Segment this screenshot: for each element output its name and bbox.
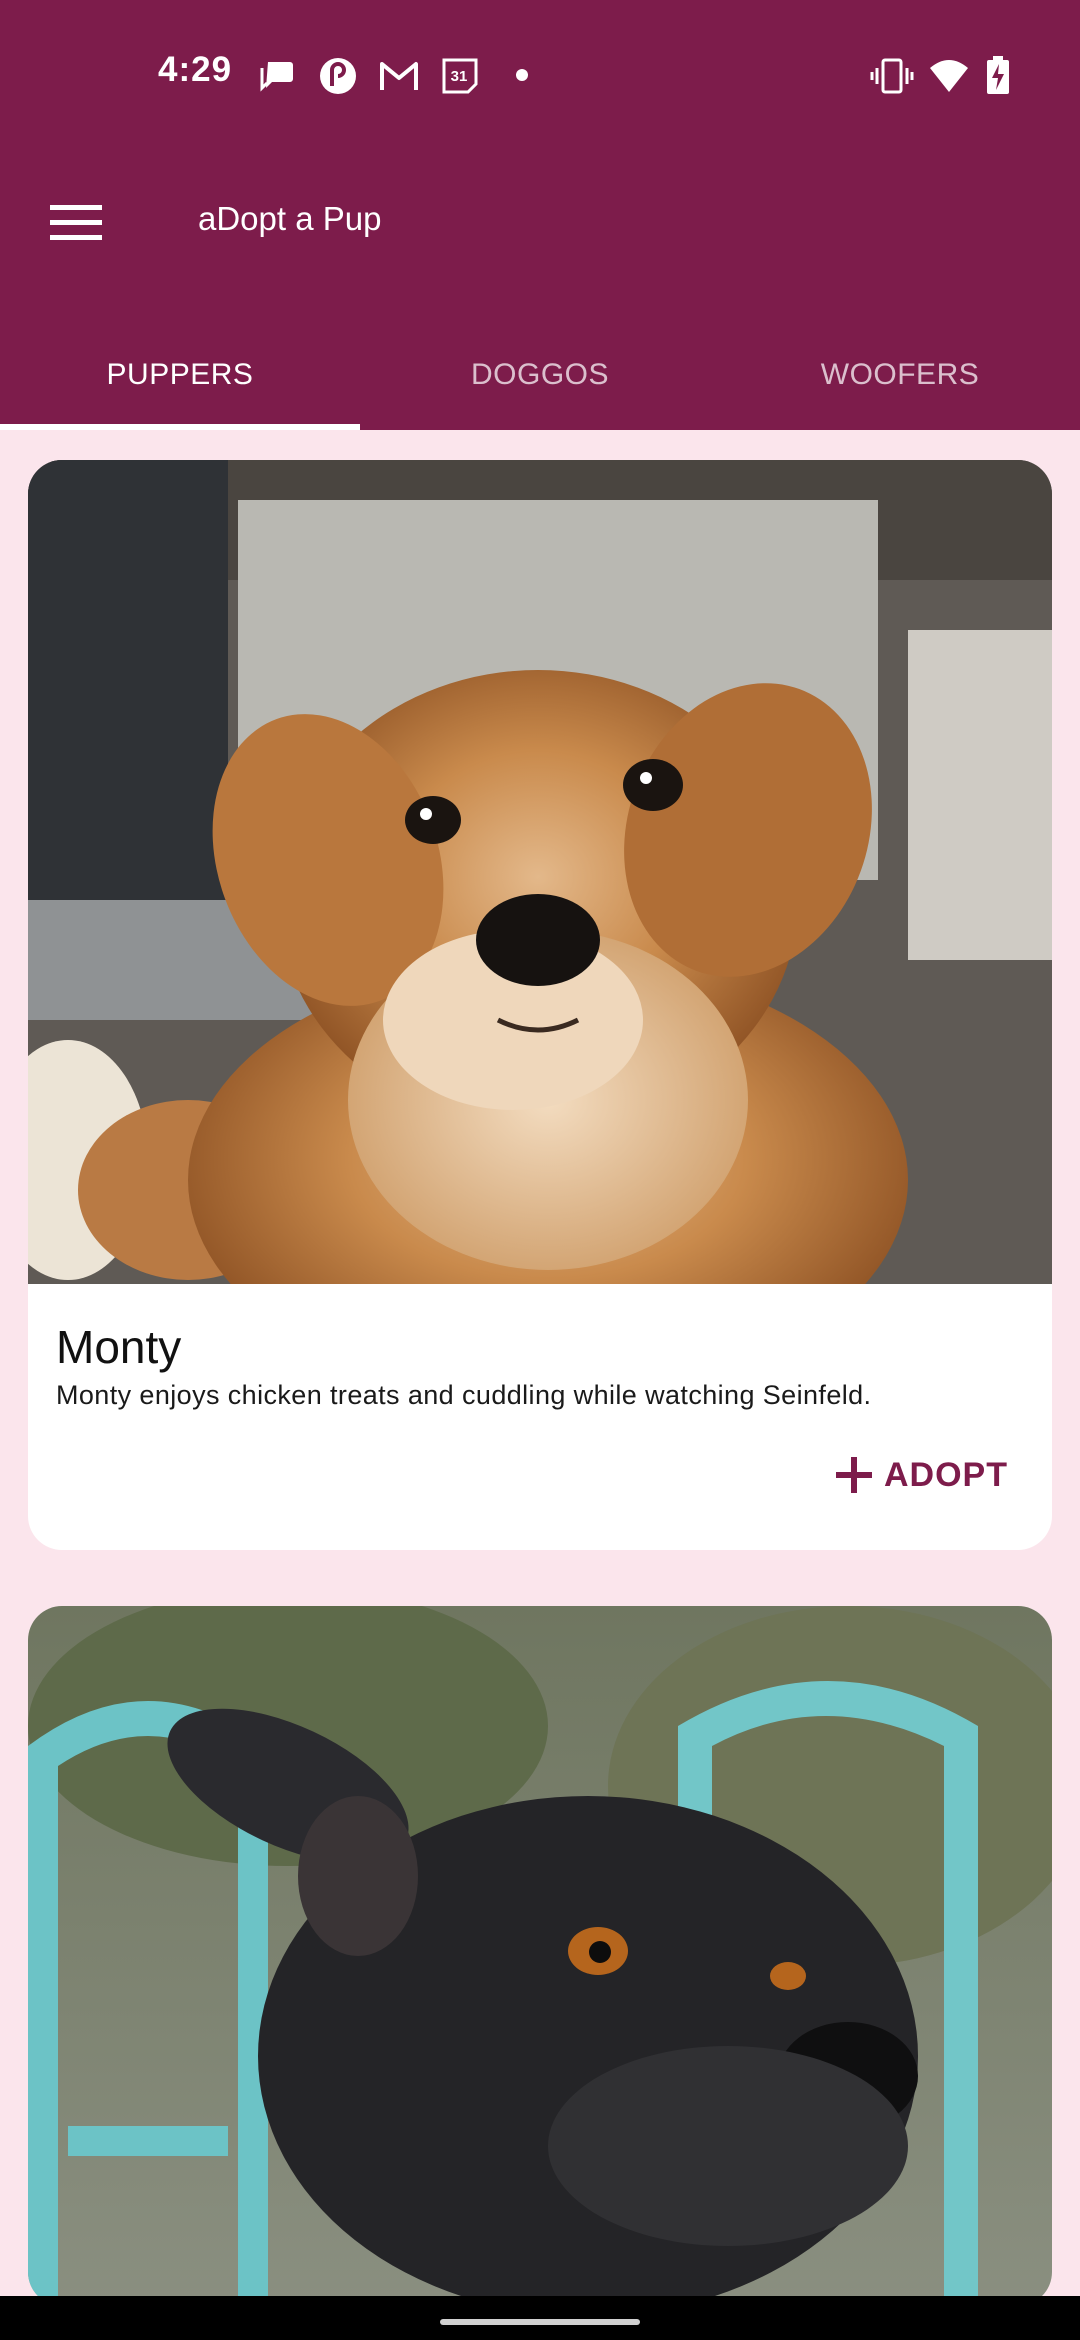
dog-card: Monty Monty enjoys chicken treats and cu… <box>28 460 1052 1550</box>
tab-woofers[interactable]: WOOFERS <box>720 320 1080 430</box>
gesture-handle[interactable] <box>440 2319 640 2325</box>
calendar-icon: 31 <box>440 56 480 101</box>
adopt-label: ADOPT <box>884 1455 1008 1494</box>
dog-description: Monty enjoys chicken treats and cuddling… <box>56 1380 872 1410</box>
status-bar: 4:29 31 <box>0 0 1080 150</box>
gmail-icon <box>378 56 420 101</box>
status-time: 4:29 <box>158 50 233 89</box>
chat-icon <box>258 56 298 101</box>
app-title: aDopt a Pup <box>198 200 382 237</box>
pocket-casts-icon <box>318 56 358 101</box>
tab-puppers[interactable]: PUPPERS <box>0 320 360 430</box>
dog-name: Monty <box>56 1321 182 1373</box>
menu-button[interactable] <box>40 190 112 256</box>
menu-icon <box>50 205 102 240</box>
battery-charging-icon <box>986 56 1010 101</box>
dot-icon <box>516 68 528 86</box>
dog-photo <box>28 460 1052 1284</box>
tab-bar: PUPPERS DOGGOS WOOFERS <box>0 320 1080 430</box>
plus-icon <box>836 1457 872 1493</box>
calendar-day: 31 <box>451 68 468 85</box>
dog-photo <box>28 1606 1052 2306</box>
wifi-icon <box>928 56 970 101</box>
vibrate-icon <box>870 56 914 101</box>
tab-doggos[interactable]: DOGGOS <box>360 320 720 430</box>
tab-indicator <box>0 424 360 430</box>
navigation-bar <box>0 2296 1080 2340</box>
adopt-button[interactable]: ADOPT <box>834 1438 1008 1512</box>
dog-card <box>28 1606 1052 2306</box>
